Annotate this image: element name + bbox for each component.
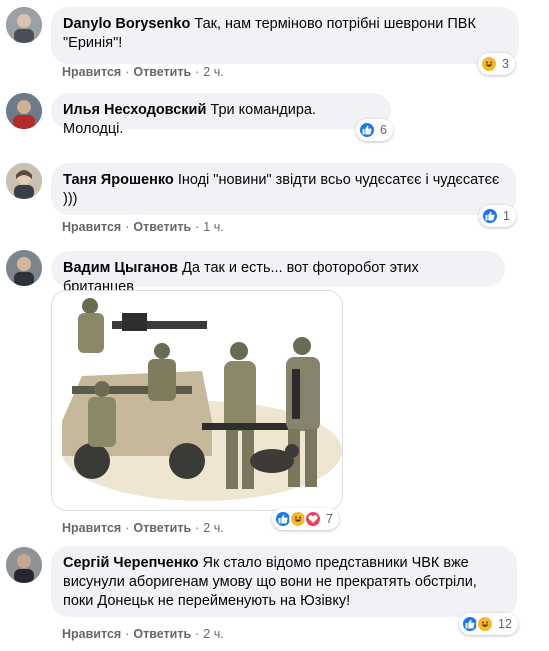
reaction-summary[interactable]: 7: [272, 508, 339, 530]
attached-photo[interactable]: [51, 290, 343, 511]
reaction-count: 12: [498, 617, 512, 631]
comment-actions: Нравится · Ответить · 2 ч.: [62, 65, 224, 79]
comment-actions: Нравится · Ответить · 1 ч.: [62, 220, 224, 234]
comment-bubble: Таня Ярошенко Іноді "новини" звідти всьо…: [51, 163, 516, 215]
haha-icon: [480, 55, 498, 73]
like-link[interactable]: Нравится: [62, 65, 121, 79]
reaction-count: 3: [502, 57, 509, 71]
comment-text: висунули аборигенам умову що вони не пре…: [63, 574, 477, 590]
like-link[interactable]: Нравится: [62, 627, 121, 641]
comment-actions: Нравится · Ответить · 2 ч.: [62, 521, 224, 535]
like-link[interactable]: Нравится: [62, 521, 121, 535]
comment-text: Іноді "новини" звідти всьо чудєсатєє і ч…: [177, 172, 500, 188]
reply-link[interactable]: Ответить: [133, 220, 191, 234]
comment-text: Як стало відомо представники ЧВК вже: [202, 555, 469, 571]
avatar[interactable]: [6, 250, 42, 286]
like-icon: [358, 121, 376, 139]
avatar[interactable]: [6, 163, 42, 199]
comment-text: Так, нам терміново потрібні шеврони ПВК: [194, 16, 476, 32]
avatar[interactable]: [6, 93, 42, 129]
avatar[interactable]: [6, 7, 42, 43]
timestamp[interactable]: 2 ч.: [203, 627, 223, 641]
reaction-count: 6: [380, 123, 387, 137]
comment-bubble: Сергій Черепченко Як стало відомо предст…: [51, 546, 517, 617]
comment-text: ))): [63, 191, 78, 207]
comment-actions: Нравится · Ответить · 2 ч.: [62, 627, 224, 641]
timestamp[interactable]: 2 ч.: [203, 521, 223, 535]
author-name[interactable]: Danylo Borysenko: [63, 16, 190, 32]
haha-icon: [476, 615, 494, 633]
reply-link[interactable]: Ответить: [133, 521, 191, 535]
comment-bubble: Илья Несходовский Три командира. Молодці…: [51, 93, 391, 137]
reaction-count: 1: [503, 209, 510, 223]
comment-text: поки Донецьк не перейменують на Юзівку!: [63, 593, 351, 609]
avatar[interactable]: [6, 547, 42, 583]
love-icon: [304, 510, 322, 528]
like-link[interactable]: Нравится: [62, 220, 121, 234]
author-name[interactable]: Сергій Черепченко: [63, 555, 199, 571]
reaction-summary[interactable]: 1: [479, 205, 516, 227]
reaction-summary[interactable]: 6: [356, 119, 393, 141]
comment-bubble: Danylo Borysenko Так, нам терміново потр…: [51, 7, 519, 64]
timestamp[interactable]: 2 ч.: [203, 65, 223, 79]
reaction-count: 7: [326, 512, 333, 526]
reaction-summary[interactable]: 12: [459, 613, 518, 635]
comment-bubble: Вадим Цыганов Да так и есть... вот фотор…: [51, 251, 505, 295]
reply-link[interactable]: Ответить: [133, 627, 191, 641]
like-icon: [481, 207, 499, 225]
author-name[interactable]: Таня Ярошенко: [63, 172, 174, 188]
reaction-summary[interactable]: 3: [478, 53, 515, 75]
timestamp[interactable]: 1 ч.: [203, 220, 223, 234]
reply-link[interactable]: Ответить: [133, 65, 191, 79]
author-name[interactable]: Вадим Цыганов: [63, 260, 178, 276]
comment-text: "Еринія"!: [63, 35, 123, 51]
author-name[interactable]: Илья Несходовский: [63, 102, 206, 118]
